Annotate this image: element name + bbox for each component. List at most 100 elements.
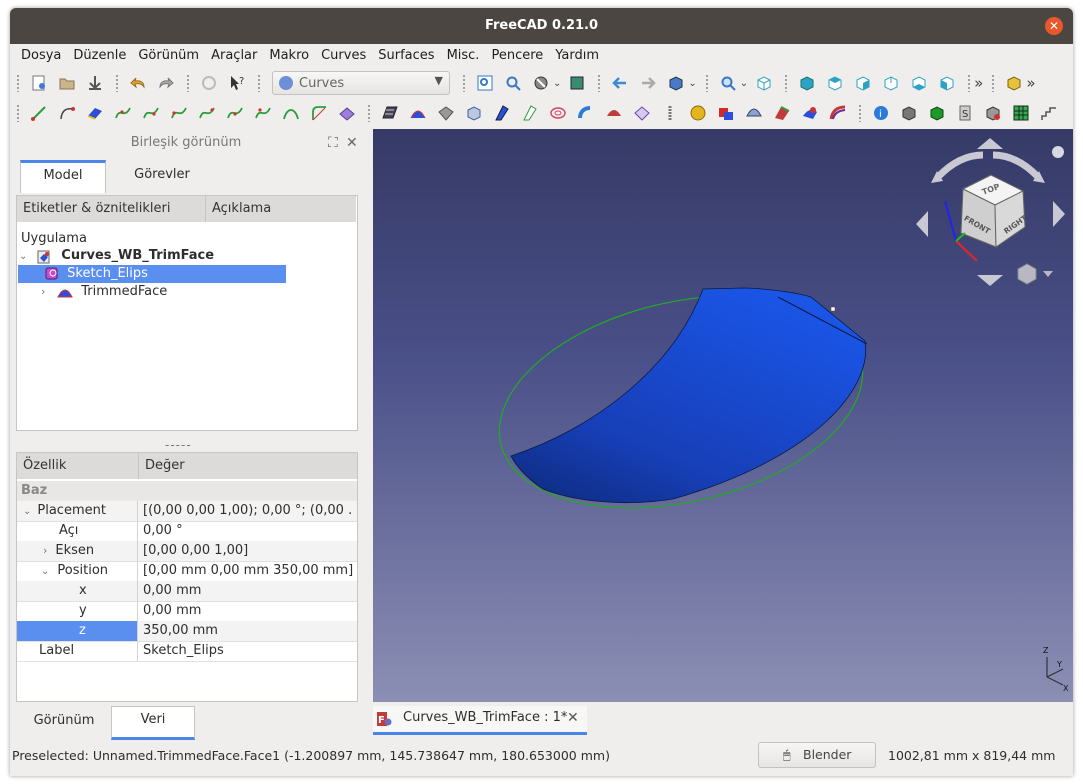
forward-arrow-icon[interactable] (637, 72, 659, 94)
toolbar-grip[interactable] (257, 74, 261, 92)
gordon-surface-icon[interactable] (379, 102, 401, 124)
property-row[interactable]: Label Sketch_Elips (17, 641, 357, 662)
spline-edit-icon[interactable] (140, 102, 162, 124)
toolbar-grip[interactable] (186, 74, 190, 92)
fit-all-icon[interactable] (474, 72, 496, 94)
rear-view-icon[interactable] (880, 72, 902, 94)
pipe-icon[interactable] (575, 102, 597, 124)
chevron-down-icon[interactable]: ⌄ (740, 78, 748, 89)
spline-discretize-icon[interactable] (224, 102, 246, 124)
save-icon[interactable] (84, 72, 106, 94)
property-value[interactable]: 0,00 ° (143, 521, 353, 541)
whats-this-icon[interactable]: ? (226, 72, 248, 94)
sweep-tool-icon[interactable] (84, 102, 106, 124)
navigation-cube[interactable]: TOP FRONT RIGHT (916, 138, 1065, 286)
parametric-icon[interactable]: S (954, 102, 976, 124)
property-value[interactable]: Sketch_Elips (143, 641, 353, 661)
chevron-down-icon[interactable]: ⌄ (41, 566, 49, 577)
flatten-face-icon[interactable] (799, 102, 821, 124)
fit-selection-icon[interactable] (502, 72, 524, 94)
open-folder-icon[interactable] (56, 72, 78, 94)
front-view-icon[interactable] (796, 72, 818, 94)
chevron-down-icon[interactable]: ⌄ (688, 78, 696, 89)
surface-tool-icon[interactable] (336, 102, 358, 124)
menu-curves[interactable]: Curves (315, 44, 372, 68)
draw-style-icon[interactable] (530, 72, 552, 94)
menu-yardim[interactable]: Yardım (549, 44, 605, 68)
navigation-style-button[interactable]: 🖱 Blender (758, 742, 876, 768)
spline-approx-icon[interactable] (252, 102, 274, 124)
close-tab-icon[interactable]: ✕ (567, 706, 579, 730)
menu-duzenle[interactable]: Düzenle (67, 44, 132, 68)
toolbar-grip[interactable] (16, 104, 20, 122)
ruled-surface-icon[interactable] (519, 102, 541, 124)
toolbar-grip[interactable] (462, 74, 466, 92)
property-column-name[interactable]: Özellik (17, 453, 139, 479)
green-solid-icon[interactable] (926, 102, 948, 124)
zoom-icon[interactable] (717, 72, 739, 94)
blend-surface-icon[interactable] (491, 102, 513, 124)
chevron-right-icon[interactable]: › (43, 544, 47, 557)
toolbar-grip[interactable] (784, 74, 789, 92)
profile-tool-icon[interactable] (280, 102, 302, 124)
toolbar-grip[interactable] (704, 74, 709, 92)
menu-surfaces[interactable]: Surfaces (372, 44, 440, 68)
document-tab-curves-wb-trimface[interactable]: F Curves_WB_TrimFace : 1* ✕ (373, 706, 587, 735)
pipe-shell-icon[interactable] (407, 102, 429, 124)
menu-gorunum[interactable]: Görünüm (132, 44, 205, 68)
shell-icon[interactable] (435, 102, 457, 124)
top-view-icon[interactable] (824, 72, 846, 94)
info-icon[interactable]: i (870, 102, 892, 124)
property-value[interactable]: 0,00 mm (143, 601, 353, 621)
property-column-value[interactable]: Değer (139, 453, 357, 479)
compound-icon[interactable] (982, 102, 1004, 124)
tree-item-sketch-elips[interactable]: Sketch_Elips (18, 265, 286, 283)
isocurve-icon[interactable] (659, 102, 681, 124)
menu-araclar[interactable]: Araçlar (205, 44, 263, 68)
menu-makro[interactable]: Makro (263, 44, 315, 68)
right-view-icon[interactable] (852, 72, 874, 94)
tree-item-trimmedface[interactable]: › TrimmedFace (41, 283, 167, 301)
close-panel-icon[interactable]: ✕ (346, 130, 358, 156)
corner-tool-icon[interactable] (308, 102, 330, 124)
undo-icon[interactable] (127, 72, 149, 94)
property-value[interactable]: 0,00 mm (143, 581, 353, 601)
property-row[interactable]: x 0,00 mm (17, 581, 357, 602)
refresh-icon[interactable] (198, 72, 220, 94)
left-view-icon[interactable] (936, 72, 958, 94)
stairs-icon[interactable] (1038, 102, 1060, 124)
property-row-selected[interactable]: z 350,00 mm (17, 621, 357, 642)
chevron-down-icon[interactable]: ⌄ (23, 506, 31, 517)
property-value[interactable]: [0,00 mm 0,00 mm 350,00 mm] (143, 561, 353, 581)
patch-icon[interactable] (631, 102, 653, 124)
toolbar-grip[interactable] (991, 74, 996, 92)
menu-dosya[interactable]: Dosya (10, 44, 67, 68)
bottom-view-icon[interactable] (908, 72, 930, 94)
tab-gorunum[interactable]: Görünüm (18, 706, 110, 736)
new-document-icon[interactable] (28, 72, 50, 94)
property-row[interactable]: Açı 0,00 ° (17, 521, 357, 542)
property-value[interactable]: 350,00 mm (143, 621, 353, 641)
toolbar-grip[interactable] (367, 104, 371, 122)
spline-tool-icon[interactable] (112, 102, 134, 124)
part-icon[interactable] (1003, 72, 1025, 94)
isometric-view-icon[interactable] (753, 72, 775, 94)
toolbar-grip[interactable] (967, 74, 972, 92)
spline-join-icon[interactable] (168, 102, 190, 124)
box-surface-icon[interactable] (463, 102, 485, 124)
spline-blend-icon[interactable] (196, 102, 218, 124)
chevron-right-icon[interactable]: › (41, 283, 53, 301)
chevron-down-icon[interactable]: ⌄ (19, 248, 33, 266)
grid-icon[interactable] (1010, 102, 1032, 124)
hood-icon[interactable] (603, 102, 625, 124)
trimmed-face[interactable] (510, 287, 867, 504)
tree-column-labels[interactable]: Etiketler & öznitelikleri (17, 196, 206, 222)
property-row[interactable]: ⌄ Placement [(0,00 0,00 1,00); 0,00 °; (0… (17, 501, 357, 522)
3d-viewport[interactable]: TOP FRONT RIGHT Z Y X (373, 129, 1073, 702)
close-window-button[interactable]: ✕ (1045, 17, 1063, 35)
toolbar-grip[interactable] (597, 74, 602, 92)
toolbar-overflow-icon[interactable]: » (974, 74, 983, 92)
property-row[interactable]: ⌄ Position [0,00 mm 0,00 mm 350,00 mm] (17, 561, 357, 582)
menu-pencere[interactable]: Pencere (485, 44, 549, 68)
bounding-box-icon[interactable] (566, 72, 588, 94)
